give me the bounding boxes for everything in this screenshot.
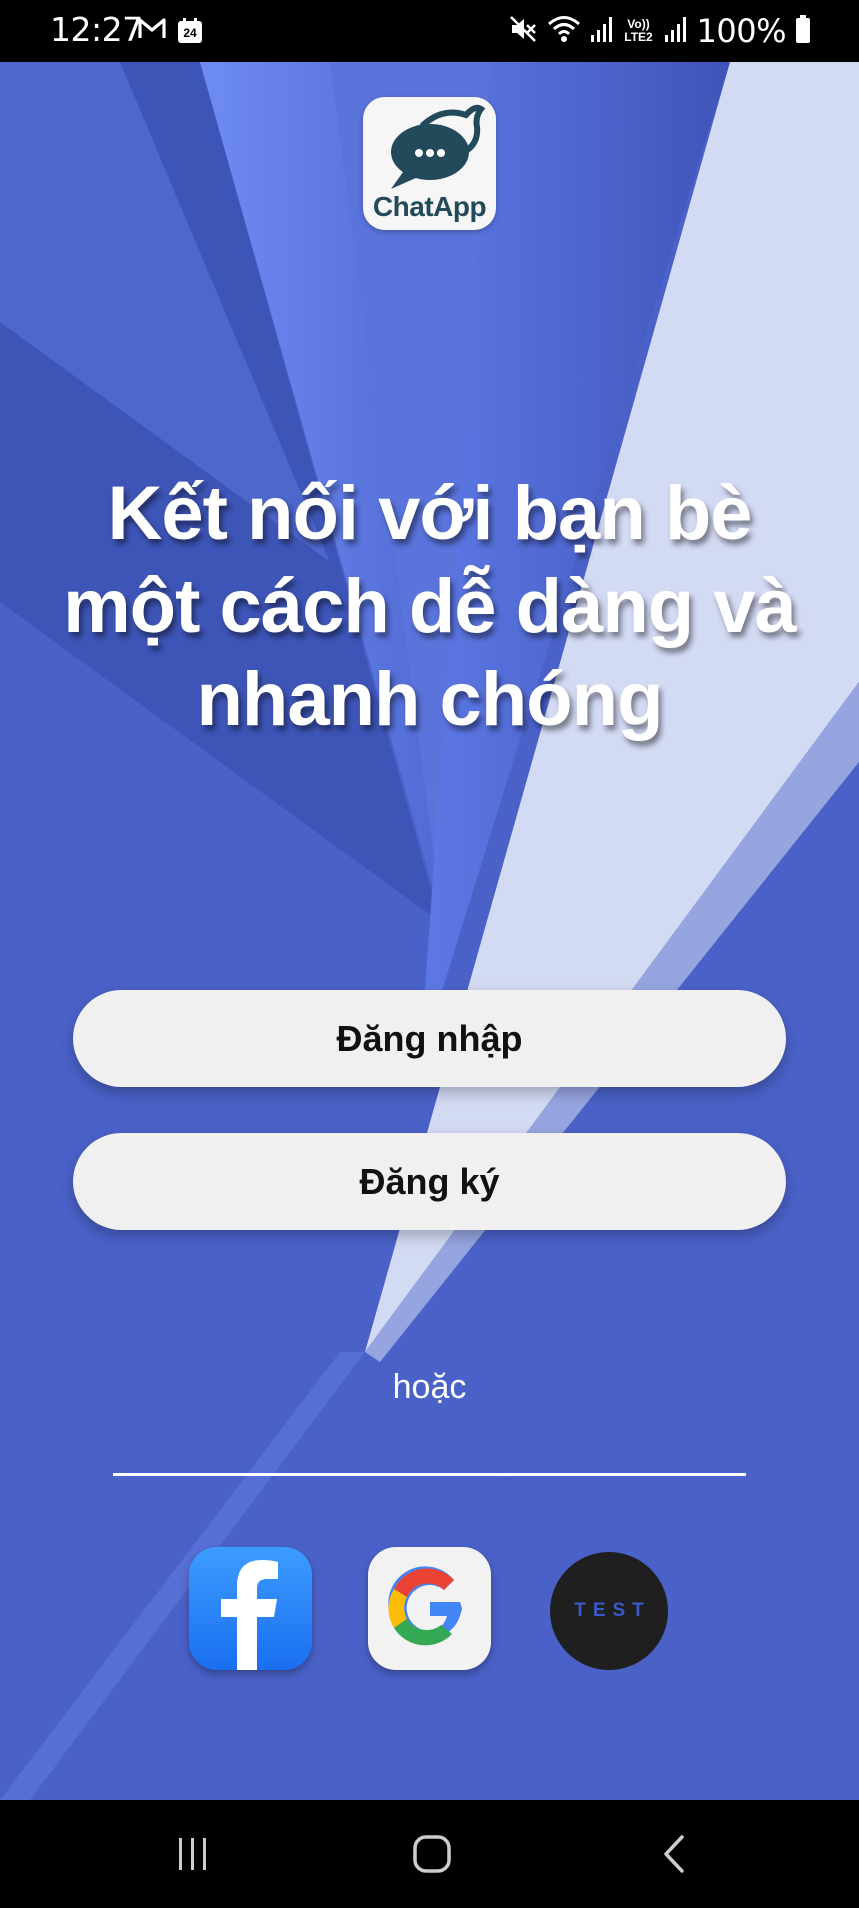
headline: Kết nối với bạn bè một cách dễ dàng và n…: [30, 467, 829, 746]
volte-icon: Vo)) LTE2: [624, 17, 653, 44]
or-separator-text: hoặc: [392, 1368, 467, 1406]
calendar-icon: 24: [177, 17, 203, 44]
recents-icon: [179, 1838, 206, 1870]
facebook-login-button[interactable]: [189, 1547, 312, 1670]
divider: [113, 1473, 746, 1476]
navigation-bar: [0, 1800, 859, 1908]
calendar-day: 24: [183, 25, 197, 40]
chat-bubbles-icon: [391, 104, 486, 189]
signal-icon: [590, 15, 614, 48]
status-bar: 12:27 24 Vo)) LTE2 100%: [0, 0, 859, 62]
status-time: 12:27: [50, 10, 143, 49]
headline-line: nhanh chóng: [196, 657, 663, 742]
home-icon: [413, 1835, 451, 1873]
headline-line: một cách dễ dàng và: [63, 564, 797, 649]
status-left-icons: 24: [137, 16, 203, 45]
app-logo: ChatApp: [363, 97, 496, 230]
test-login-button[interactable]: TEST: [550, 1552, 668, 1670]
facebook-icon: [221, 1560, 278, 1670]
home-button[interactable]: [392, 1824, 472, 1884]
register-button[interactable]: Đăng ký: [73, 1133, 786, 1230]
background-artwork: [0, 62, 859, 1800]
welcome-screen: ChatApp Kết nối với bạn bè một cách dễ d…: [0, 62, 859, 1800]
test-label: TEST: [574, 1600, 651, 1621]
google-icon: [388, 1566, 462, 1646]
mute-icon: [508, 14, 538, 49]
google-login-button[interactable]: [368, 1547, 491, 1670]
login-button[interactable]: Đăng nhập: [73, 990, 786, 1087]
battery-percent: 100%: [696, 12, 787, 50]
status-right-icons: Vo)) LTE2 100%: [508, 12, 811, 50]
signal-icon: [664, 15, 688, 48]
gmail-icon: [137, 16, 167, 45]
headline-line: Kết nối với bạn bè: [107, 471, 752, 556]
recents-button[interactable]: [153, 1824, 233, 1884]
logo-text: ChatApp: [372, 191, 487, 222]
battery-icon: [795, 14, 811, 49]
back-button[interactable]: [634, 1824, 714, 1884]
back-icon: [664, 1835, 684, 1873]
wifi-icon: [547, 14, 581, 49]
